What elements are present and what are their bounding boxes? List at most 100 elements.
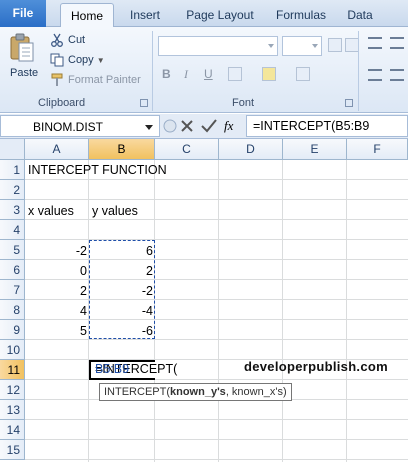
tooltip-function-name[interactable]: INTERCEPT(: [104, 386, 170, 398]
indent-icon[interactable]: [390, 69, 404, 81]
row-header-2[interactable]: 2: [0, 180, 25, 200]
row-header-4[interactable]: 4: [0, 220, 25, 240]
row-gridline: [25, 199, 408, 200]
name-box-value: BINOM.DIST: [33, 120, 104, 134]
chevron-down-icon[interactable]: [145, 125, 153, 130]
row-header-15[interactable]: 15: [0, 440, 25, 460]
row-gridline: [25, 379, 408, 380]
underline-button[interactable]: U: [204, 67, 213, 81]
ribbon-separator: [358, 31, 359, 111]
cell-b11-editing[interactable]: =INTERCEPT(B5:B9: [89, 360, 177, 380]
grow-font-icon[interactable]: [328, 38, 342, 52]
chevron-down-icon[interactable]: ▼: [97, 56, 105, 65]
enter-checkmark-icon[interactable]: [201, 119, 217, 133]
worksheet-grid[interactable]: A B C D E F 1 2 3 4 5 6 7 8 9 10 11 12 13 14 15 INTERC…: [0, 139, 408, 462]
insert-function-button[interactable]: fx: [224, 118, 233, 134]
column-gridline: [346, 160, 347, 462]
tab-formulas[interactable]: Formulas: [270, 3, 332, 27]
column-gridline: [282, 160, 283, 462]
cell-b3[interactable]: y values: [92, 201, 138, 221]
column-header-a[interactable]: A: [25, 139, 89, 160]
ribbon-separator: [152, 31, 153, 111]
row-header-13[interactable]: 13: [0, 400, 25, 420]
formula-text: =INTERCEPT(B5:B9: [253, 119, 370, 133]
wrap-text-icon[interactable]: [390, 37, 404, 49]
italic-button[interactable]: I: [184, 67, 188, 82]
cut-label: Cut: [68, 34, 86, 46]
tab-insert[interactable]: Insert: [122, 3, 168, 27]
cancel-icon[interactable]: [181, 120, 193, 132]
column-header-e[interactable]: E: [283, 139, 347, 160]
cell-a7[interactable]: 2: [25, 281, 89, 301]
scissors-icon: [51, 33, 63, 47]
font-color-icon[interactable]: [296, 67, 310, 81]
row-header-7[interactable]: 7: [0, 280, 25, 300]
tab-home[interactable]: Home: [60, 3, 114, 27]
clipboard-group-label: Clipboard: [38, 97, 86, 109]
name-box[interactable]: BINOM.DIST: [0, 115, 160, 137]
copy-icon: [50, 53, 64, 67]
row-header-5[interactable]: 5: [0, 240, 25, 260]
paste-button-label[interactable]: Paste: [10, 67, 38, 79]
row-header-14[interactable]: 14: [0, 420, 25, 440]
cell-a5[interactable]: -2: [25, 241, 89, 261]
tooltip-rest: , known_x's): [225, 386, 287, 398]
row-gridline: [25, 419, 408, 420]
cell-a6[interactable]: 0: [25, 261, 89, 281]
tooltip-arg-known-y[interactable]: known_y's: [170, 386, 226, 398]
format-painter-button[interactable]: Format Painter: [50, 71, 141, 89]
column-header-c[interactable]: C: [155, 139, 219, 160]
cell-a9[interactable]: 5: [25, 321, 89, 341]
select-all-corner[interactable]: [0, 139, 25, 160]
row-header-12[interactable]: 12: [0, 380, 25, 400]
formula-buttons: fx: [162, 115, 246, 137]
column-header-f[interactable]: F: [347, 139, 408, 160]
paintbrush-icon: [51, 73, 63, 86]
formula-bar: BINOM.DIST fx =INTERCEPT(B5:B9: [0, 114, 408, 139]
paste-icon[interactable]: [8, 33, 36, 63]
align-left-icon[interactable]: [368, 69, 382, 81]
chevron-down-icon: [312, 44, 318, 48]
range-selection-marquee: [89, 240, 155, 339]
cut-button[interactable]: Cut: [50, 31, 85, 49]
align-top-icon[interactable]: [368, 37, 382, 49]
row-gridline: [25, 459, 408, 460]
column-gridline: [218, 160, 219, 462]
row-header-9[interactable]: 9: [0, 320, 25, 340]
shrink-font-icon[interactable]: [345, 38, 359, 52]
row-gridline: [25, 219, 408, 220]
cell-a3[interactable]: x values: [28, 201, 74, 221]
copy-button[interactable]: Copy ▼: [50, 51, 105, 69]
row-header-3[interactable]: 3: [0, 200, 25, 220]
tab-data[interactable]: Data: [340, 3, 380, 27]
row-header-10[interactable]: 10: [0, 340, 25, 360]
formula-input[interactable]: =INTERCEPT(B5:B9: [246, 115, 408, 137]
chevron-down-icon: [268, 44, 274, 48]
tab-file[interactable]: File: [0, 0, 46, 27]
edit-range-ref: B5:B9: [95, 362, 130, 376]
font-dialog-launcher-icon[interactable]: [345, 99, 353, 107]
row-gridline: [25, 239, 408, 240]
tab-page-layout[interactable]: Page Layout: [180, 3, 260, 27]
format-painter-label: Format Painter: [68, 74, 141, 86]
row-header-6[interactable]: 6: [0, 260, 25, 280]
row-header-1[interactable]: 1: [0, 160, 25, 180]
row-header-8[interactable]: 8: [0, 300, 25, 320]
clipboard-dialog-launcher-icon[interactable]: [140, 99, 148, 107]
column-header-d[interactable]: D: [219, 139, 283, 160]
row-gridline: [25, 439, 408, 440]
cell-a8[interactable]: 4: [25, 301, 89, 321]
fill-color-icon[interactable]: [262, 67, 276, 81]
cell-a1[interactable]: INTERCEPT FUNCTION: [28, 160, 167, 180]
font-size-combo[interactable]: [282, 36, 322, 56]
borders-icon[interactable]: [228, 67, 242, 81]
row-header-11[interactable]: 11: [0, 360, 25, 380]
font-name-combo[interactable]: [158, 36, 278, 56]
function-tooltip: INTERCEPT(known_y's, known_x's): [99, 383, 292, 401]
ribbon-home: Paste Cut Copy ▼ Format Painter Clipboar…: [0, 27, 408, 113]
column-header-b[interactable]: B: [89, 139, 155, 160]
ribbon-tab-bar: File Home Insert Page Layout Formulas Da…: [0, 0, 408, 27]
font-group-label: Font: [232, 97, 255, 109]
watermark: developerpublish.com: [244, 359, 388, 374]
bold-button[interactable]: B: [162, 67, 171, 81]
